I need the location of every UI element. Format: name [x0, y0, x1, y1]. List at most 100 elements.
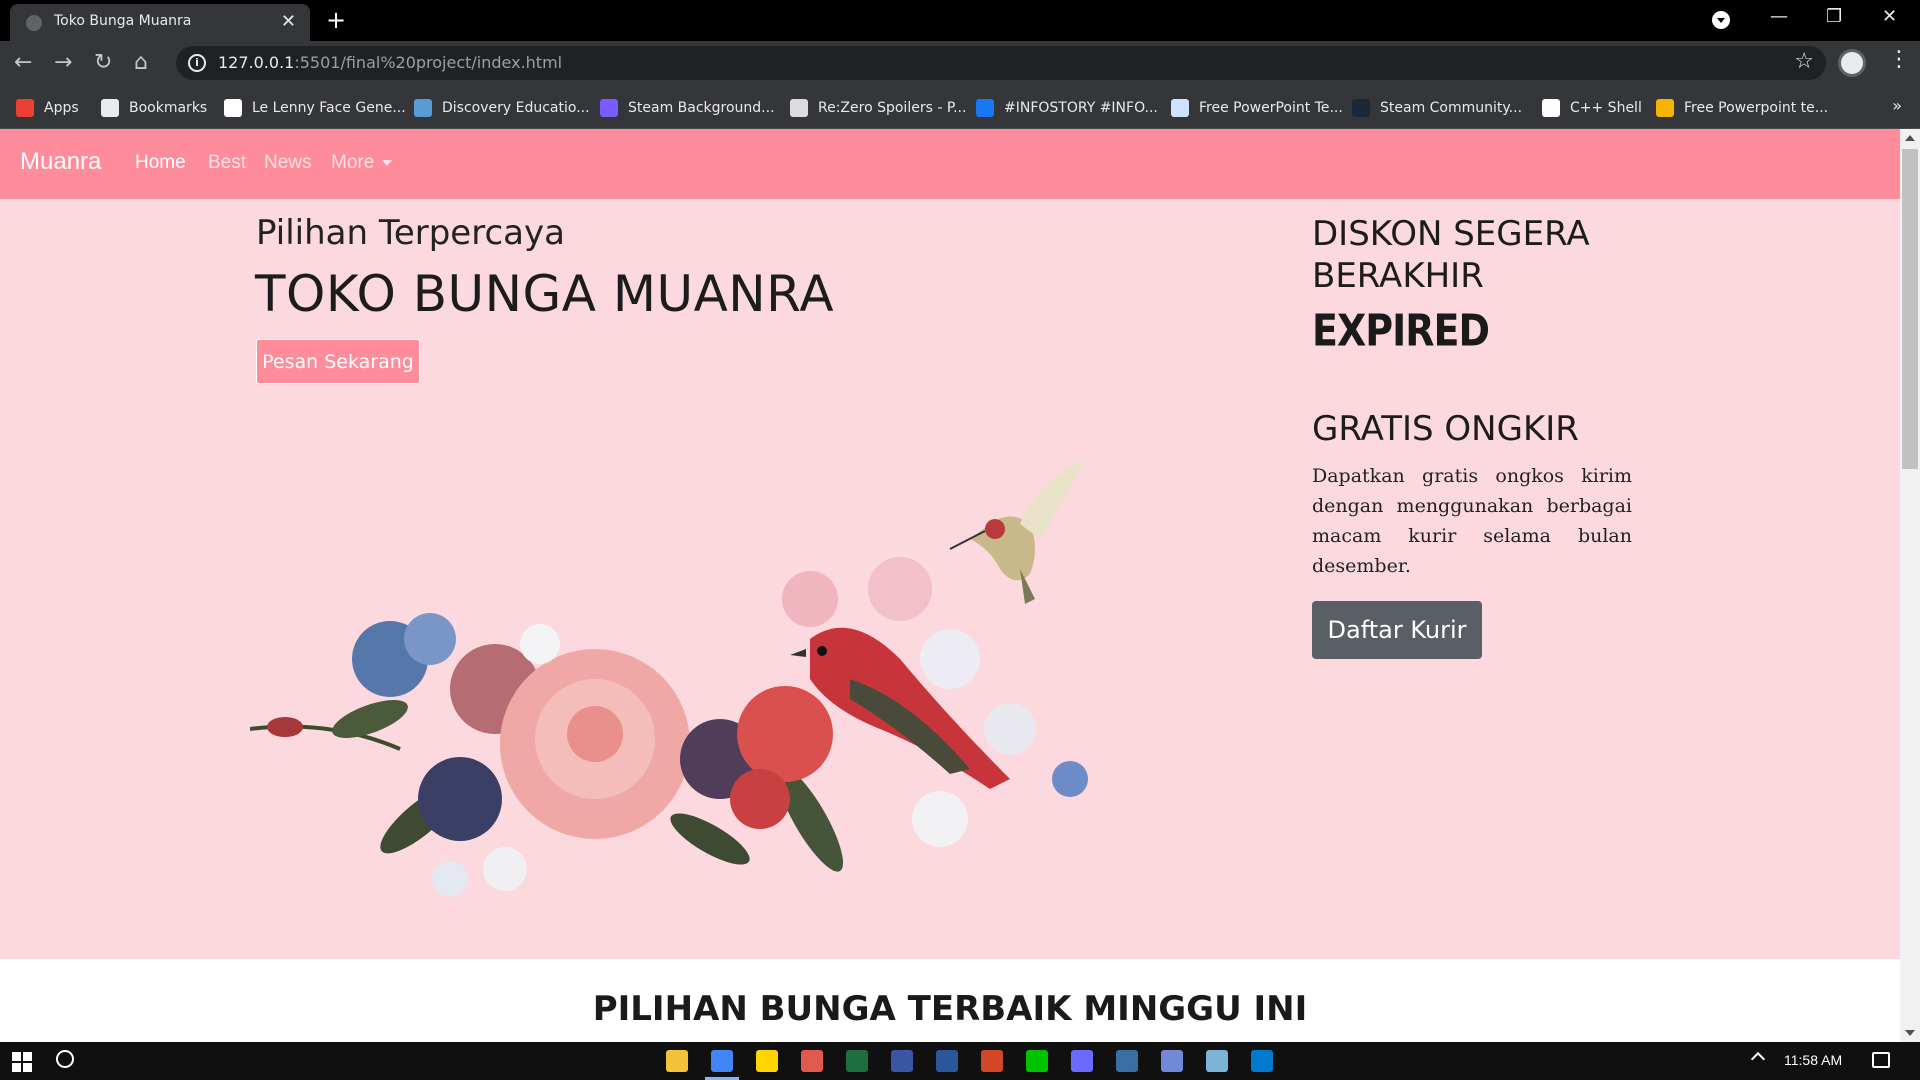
- windows-taskbar: 11:58 AM: [0, 1042, 1920, 1080]
- devc-icon[interactable]: [1116, 1050, 1138, 1072]
- nav-news[interactable]: News: [264, 152, 312, 174]
- bookmark-label: #INFOSTORY #INFO...: [1004, 100, 1158, 116]
- bookmark-favicon-icon: [600, 99, 618, 117]
- free-shipping-heading: GRATIS ONGKIR: [1312, 409, 1579, 449]
- word-icon[interactable]: [936, 1050, 958, 1072]
- bookmark-item[interactable]: Discovery Educatio...: [414, 97, 590, 119]
- bookmark-label: Free PowerPoint Te...: [1199, 100, 1343, 116]
- bookmark-label: Re:Zero Spoilers - P...: [818, 100, 967, 116]
- courier-list-button[interactable]: Daftar Kurir: [1312, 601, 1482, 659]
- bookmark-favicon-icon: [1542, 99, 1560, 117]
- powerpoint-icon[interactable]: [981, 1050, 1003, 1072]
- nav-more-label: More: [331, 152, 375, 173]
- url-path: :5501/final%20project/index.html: [294, 53, 563, 72]
- bookmark-item[interactable]: Bookmarks: [101, 97, 207, 119]
- bookmarks-bar: Apps Bookmarks Le Lenny Face Gene... Discov…: [0, 87, 1920, 129]
- new-tab-button[interactable]: +: [326, 6, 346, 34]
- tray-chevron-icon[interactable]: [1750, 1051, 1766, 1067]
- hero-title: TOKO BUNGA MUANRA: [255, 265, 835, 323]
- bookmark-favicon-icon: [1352, 99, 1370, 117]
- hummingbird-image: [949, 459, 1085, 604]
- notification-icon[interactable]: [1872, 1052, 1890, 1068]
- home-icon[interactable]: ⌂: [134, 49, 148, 77]
- scroll-up-arrow-icon[interactable]: [1905, 135, 1915, 141]
- bookmark-item[interactable]: Free PowerPoint Te...: [1171, 97, 1343, 119]
- discount-heading: DISKON SEGERA BERAKHIR: [1312, 214, 1590, 296]
- window-close-icon[interactable]: ✕: [1882, 6, 1897, 27]
- scroll-thumb[interactable]: [1902, 149, 1918, 469]
- order-now-button[interactable]: Pesan Sekarang: [256, 339, 420, 384]
- bookmark-label: Free Powerpoint te...: [1684, 100, 1829, 116]
- globe-icon: [26, 15, 42, 31]
- bookmark-item[interactable]: Apps: [16, 97, 79, 119]
- back-icon[interactable]: ←: [14, 49, 32, 77]
- tab-search-icon[interactable]: [1712, 11, 1730, 29]
- site-navbar: Muanra Home Best News More: [0, 129, 1900, 199]
- tab-title: Toko Bunga Muanra: [54, 13, 192, 29]
- restore-icon[interactable]: ❐: [1826, 6, 1842, 27]
- discord-icon[interactable]: [1161, 1050, 1183, 1072]
- close-tab-icon[interactable]: ✕: [281, 11, 296, 32]
- excel-icon[interactable]: [846, 1050, 868, 1072]
- forward-icon[interactable]: →: [54, 49, 72, 77]
- bookmark-favicon-icon: [414, 99, 432, 117]
- vscode-icon[interactable]: [1251, 1050, 1273, 1072]
- bookmark-favicon-icon: [976, 99, 994, 117]
- url-text[interactable]: 127.0.0.1:5501/final%20project/index.htm…: [218, 53, 562, 72]
- browser-toolbar: ← → ↻ ⌂ i 127.0.0.1:5501/final%20project…: [0, 41, 1920, 87]
- url-host: 127.0.0.1: [218, 53, 295, 72]
- brand-logo[interactable]: Muanra: [20, 148, 101, 176]
- more-bookmarks-button[interactable]: »: [1892, 96, 1902, 115]
- app-icon[interactable]: [1071, 1050, 1093, 1072]
- bookmark-star-icon[interactable]: ☆: [1794, 49, 1814, 74]
- sticky-notes-icon[interactable]: [756, 1050, 778, 1072]
- flower-bouquet-illustration: [250, 459, 1088, 897]
- search-icon[interactable]: [56, 1050, 74, 1068]
- bookmark-favicon-icon: [101, 99, 119, 117]
- bookmark-item[interactable]: Free Powerpoint te...: [1656, 97, 1828, 119]
- bookmark-label: Apps: [44, 100, 79, 116]
- nav-home[interactable]: Home: [135, 152, 186, 174]
- page-scrollbar[interactable]: [1900, 129, 1920, 1042]
- reload-icon[interactable]: ↻: [94, 49, 112, 77]
- hero-section: Pilihan Terpercaya TOKO BUNGA MUANRA Pes…: [0, 199, 1900, 959]
- chrome-icon[interactable]: [705, 1050, 739, 1080]
- bookmark-item[interactable]: Le Lenny Face Gene...: [224, 97, 406, 119]
- info-icon[interactable]: i: [188, 54, 206, 72]
- bookmark-label: Discovery Educatio...: [442, 100, 590, 116]
- bookmark-item[interactable]: #INFOSTORY #INFO...: [976, 97, 1158, 119]
- best-flowers-heading: PILIHAN BUNGA TERBAIK MINGGU INI: [592, 989, 1308, 1029]
- browser-tab[interactable]: Toko Bunga Muanra ✕: [10, 4, 310, 41]
- browser-tabbar: Toko Bunga Muanra ✕ + — ❐ ✕: [0, 0, 1920, 41]
- bookmark-item[interactable]: Re:Zero Spoilers - P...: [790, 97, 966, 119]
- bookmark-label: Steam Community...: [1380, 100, 1523, 116]
- hero-subtitle: Pilihan Terpercaya: [256, 213, 565, 253]
- visio-icon[interactable]: [891, 1050, 913, 1072]
- scroll-down-arrow-icon[interactable]: [1905, 1030, 1915, 1036]
- free-shipping-description: Dapatkan gratis ongkos kirim dengan meng…: [1312, 465, 1632, 577]
- profile-avatar[interactable]: [1838, 49, 1866, 77]
- bookmark-item[interactable]: C++ Shell: [1542, 97, 1642, 119]
- menu-icon[interactable]: ⋮: [1888, 47, 1910, 72]
- taskbar-clock[interactable]: 11:58 AM: [1784, 1052, 1842, 1068]
- address-bar[interactable]: i 127.0.0.1:5501/final%20project/index.h…: [176, 46, 1826, 80]
- bookmark-favicon-icon: [1656, 99, 1674, 117]
- page-viewport: Muanra Home Best News More Pilihan Terpe…: [0, 129, 1900, 1042]
- bookmark-favicon-icon: [790, 99, 808, 117]
- nav-more-dropdown[interactable]: More: [331, 152, 393, 174]
- bookmark-label: C++ Shell: [1570, 100, 1642, 116]
- minimize-icon[interactable]: —: [1770, 6, 1788, 27]
- notepad-icon[interactable]: [1206, 1050, 1228, 1072]
- bookmark-label: Le Lenny Face Gene...: [252, 100, 406, 116]
- bookmark-favicon-icon: [1171, 99, 1189, 117]
- windows-start-icon[interactable]: [12, 1052, 32, 1072]
- promo-sidebar: DISKON SEGERA BERAKHIR EXPIRED GRATIS ON…: [1312, 213, 1632, 659]
- countdown-expired: EXPIRED: [1312, 305, 1490, 356]
- line-icon[interactable]: [1026, 1050, 1048, 1072]
- caret-down-icon: [382, 159, 393, 166]
- paint-icon[interactable]: [801, 1050, 823, 1072]
- file-explorer-icon[interactable]: [666, 1050, 688, 1072]
- bookmark-item[interactable]: Steam Background...: [600, 97, 775, 119]
- nav-best[interactable]: Best: [208, 152, 246, 174]
- bookmark-item[interactable]: Steam Community...: [1352, 97, 1522, 119]
